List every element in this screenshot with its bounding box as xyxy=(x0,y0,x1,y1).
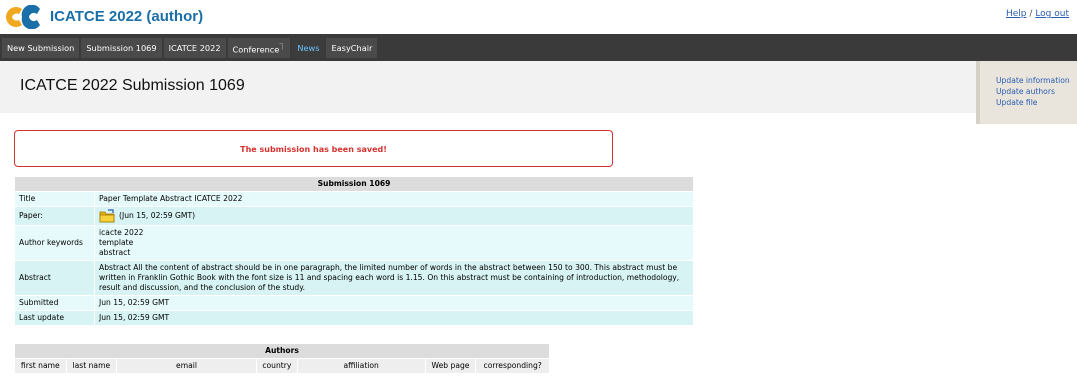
dropdown-arrow-icon: ⏋ xyxy=(279,43,286,51)
page-title: ICATCE 2022 Submission 1069 xyxy=(20,77,245,94)
title-label: Title xyxy=(14,191,95,207)
table-row: Last update Jun 15, 02:59 GMT xyxy=(14,310,694,326)
paper-value: (Jun 15, 02:59 GMT) xyxy=(94,206,694,226)
folder-download-icon[interactable] xyxy=(99,209,115,223)
submitted-label: Submitted xyxy=(14,295,95,311)
title-value: Paper Template Abstract ICATCE 2022 xyxy=(94,191,694,207)
column-header-last-name: last name xyxy=(65,358,118,374)
table-row: Abstract Abstract All the content of abs… xyxy=(14,260,694,296)
menu-icatce-2022[interactable]: ICATCE 2022 xyxy=(163,37,226,58)
column-header-web-page: Web page xyxy=(424,358,477,374)
keywords-value: icacte 2022 template abstract xyxy=(94,225,694,261)
keyword: template xyxy=(99,238,134,247)
link-separator: / xyxy=(1029,9,1033,19)
table-row: Author keywords icacte 2022 template abs… xyxy=(14,225,694,261)
menu-conference-label: Conference xyxy=(232,44,280,55)
menu-new-submission[interactable]: New Submission xyxy=(2,37,80,58)
update-authors-link[interactable]: Update authors xyxy=(996,86,1077,97)
menu-submission-1069[interactable]: Submission 1069 xyxy=(81,37,162,58)
menu-bar: New Submission Submission 1069 ICATCE 20… xyxy=(0,34,1077,61)
last-update-value: Jun 15, 02:59 GMT xyxy=(94,310,694,326)
side-panel: Update information Update authors Update… xyxy=(976,61,1077,124)
abstract-label: Abstract xyxy=(14,260,95,296)
submission-caption: Submission 1069 xyxy=(14,176,694,192)
keyword: abstract xyxy=(99,248,131,257)
table-row: Submitted Jun 15, 02:59 GMT xyxy=(14,295,694,311)
column-header-affiliation: affiliation xyxy=(296,358,426,374)
easychair-logo xyxy=(6,5,40,29)
paper-label: Paper: xyxy=(14,206,95,226)
column-header-corresponding: corresponding? xyxy=(475,358,550,374)
table-row: Paper: (Jun 15, 02:59 GMT) xyxy=(14,206,694,226)
logout-link[interactable]: Log out xyxy=(1035,9,1069,19)
last-update-label: Last update xyxy=(14,310,95,326)
table-row: Title Paper Template Abstract ICATCE 202… xyxy=(14,191,694,207)
help-link[interactable]: Help xyxy=(1006,9,1027,19)
update-information-link[interactable]: Update information xyxy=(996,75,1077,86)
paper-date: (Jun 15, 02:59 GMT) xyxy=(119,211,196,220)
submitted-value: Jun 15, 02:59 GMT xyxy=(94,295,694,311)
authors-table: Authors first name last name email count… xyxy=(14,343,550,374)
menu-conference[interactable]: Conference⏋ xyxy=(227,37,291,58)
column-header-email: email xyxy=(116,358,258,374)
header: ICATCE 2022 (author) Help / Log out xyxy=(0,0,1077,34)
keywords-label: Author keywords xyxy=(14,225,95,261)
authors-caption: Authors xyxy=(14,343,550,359)
title-band: ICATCE 2022 Submission 1069 xyxy=(0,61,976,113)
update-file-link[interactable]: Update file xyxy=(996,97,1077,108)
top-links: Help / Log out xyxy=(1006,9,1069,19)
app-title: ICATCE 2022 (author) xyxy=(50,8,204,25)
column-header-country: country xyxy=(256,358,298,374)
submission-table: Submission 1069 Title Paper Template Abs… xyxy=(14,176,694,326)
abstract-value: Abstract All the content of abstract sho… xyxy=(94,260,694,296)
status-message: The submission has been saved! xyxy=(14,130,613,167)
menu-news[interactable]: News xyxy=(292,37,325,58)
column-header-first-name: first name xyxy=(14,358,67,374)
keyword: icacte 2022 xyxy=(99,228,144,237)
menu-easychair[interactable]: EasyChair xyxy=(326,37,378,58)
